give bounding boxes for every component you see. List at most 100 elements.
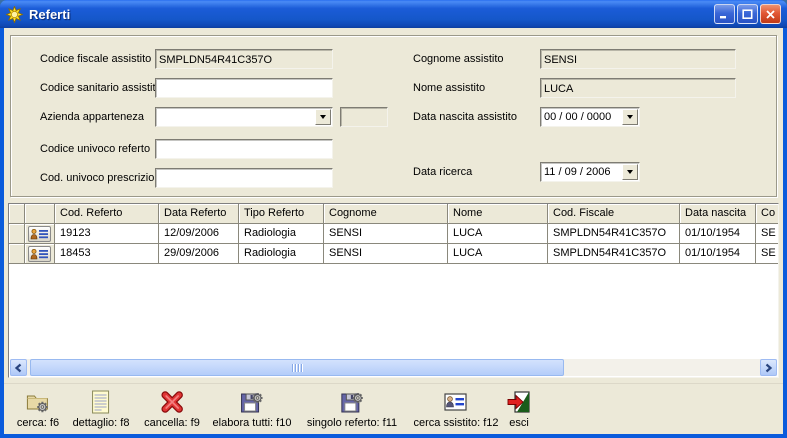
table-cell[interactable]: 19123 — [55, 224, 159, 244]
table-cell[interactable]: 12/09/2006 — [159, 224, 239, 244]
table-cell[interactable]: 29/09/2006 — [159, 244, 239, 264]
data-ricerca-label: Data ricerca — [413, 166, 472, 178]
codice-sanitario-label: Codice sanitario assistito — [40, 82, 162, 94]
maximize-icon — [742, 9, 753, 20]
row-selector[interactable] — [9, 244, 25, 264]
codice-fiscale-label: Codice fiscale assistito — [40, 53, 151, 65]
codice-univoco-referto-label: Codice univoco referto — [40, 143, 150, 155]
data-nascita-combobox[interactable]: 00 / 00 / 0000 — [540, 107, 640, 127]
column-header-data-nascita[interactable]: Data nascita — [680, 204, 756, 224]
table-row[interactable]: 18453 29/09/2006 Radiologia SENSI LUCA S… — [9, 244, 778, 264]
esci-label: esci — [509, 417, 529, 429]
grid-header-row: Cod. Referto Data Referto Tipo Referto C… — [9, 204, 778, 224]
table-cell[interactable]: SE — [756, 244, 779, 264]
scroll-right-button[interactable] — [760, 359, 777, 376]
maximize-button[interactable] — [737, 4, 758, 24]
row-icon-cell — [25, 244, 55, 264]
column-header-tipo-referto[interactable]: Tipo Referto — [239, 204, 324, 224]
document-icon — [87, 388, 115, 416]
grid-corner — [9, 204, 25, 224]
client-area: Codice fiscale assistito SMPLDN54R41C357… — [4, 28, 783, 434]
close-icon — [765, 9, 776, 20]
azienda-combobox[interactable] — [155, 107, 333, 127]
nome-label: Nome assistito — [413, 82, 485, 94]
dettaglio-label: dettaglio: f8 — [73, 417, 130, 429]
table-cell[interactable]: SENSI — [324, 244, 448, 264]
data-ricerca-dropdown-button[interactable] — [622, 164, 638, 180]
azienda-code-field — [340, 107, 388, 127]
minimize-icon — [719, 9, 730, 20]
column-header-nome[interactable]: Nome — [448, 204, 548, 224]
data-ricerca-value: 11 / 09 / 2006 — [542, 164, 622, 180]
cancella-label: cancella: f9 — [144, 417, 200, 429]
row-selector[interactable] — [9, 224, 25, 244]
floppy-gear-icon — [338, 388, 366, 416]
data-nascita-value: 00 / 00 / 0000 — [542, 109, 622, 125]
red-x-icon — [158, 388, 186, 416]
folder-gear-icon — [24, 388, 52, 416]
cod-univoco-prescrizione-input[interactable] — [155, 168, 333, 188]
cerca-assistito-button[interactable]: cerca ssistito: f12 — [414, 388, 499, 429]
table-cell[interactable]: LUCA — [448, 244, 548, 264]
open-referto-button[interactable] — [28, 246, 51, 262]
table-cell[interactable]: Radiologia — [239, 224, 324, 244]
column-header-cod-fiscale[interactable]: Cod. Fiscale — [548, 204, 680, 224]
cognome-field: SENSI — [540, 49, 736, 69]
elabora-tutti-label: elabora tutti: f10 — [213, 417, 292, 429]
table-cell[interactable]: SENSI — [324, 224, 448, 244]
scrollbar-grip-icon — [292, 364, 302, 372]
data-ricerca-combobox[interactable]: 11 / 09 / 2006 — [540, 162, 640, 182]
esci-button[interactable]: esci — [505, 388, 533, 429]
patient-card-icon — [30, 248, 49, 260]
singolo-referto-label: singolo referto: f11 — [307, 417, 397, 429]
scroll-left-button[interactable] — [10, 359, 27, 376]
azienda-label: Azienda apparteneza — [40, 111, 144, 123]
table-cell[interactable]: SMPLDN54R41C357O — [548, 224, 680, 244]
azienda-combobox-value — [157, 109, 315, 125]
app-sun-icon — [6, 6, 23, 23]
column-header-data-referto[interactable]: Data Referto — [159, 204, 239, 224]
cognome-label: Cognome assistito — [413, 53, 504, 65]
cerca-label: cerca: f6 — [17, 417, 59, 429]
column-header-cod-referto[interactable]: Cod. Referto — [55, 204, 159, 224]
data-nascita-label: Data nascita assistito — [413, 111, 517, 123]
dettaglio-button[interactable]: dettaglio: f8 — [73, 388, 130, 429]
horizontal-scrollbar[interactable] — [10, 359, 777, 376]
data-nascita-dropdown-button[interactable] — [622, 109, 638, 125]
codice-univoco-referto-input[interactable] — [155, 139, 333, 159]
table-cell[interactable]: SMPLDN54R41C357O — [548, 244, 680, 264]
close-button[interactable] — [760, 4, 781, 24]
chevron-down-icon — [320, 115, 326, 119]
bottom-toolbar: cerca: f6 dettaglio: f8 — [4, 383, 783, 434]
results-grid: Cod. Referto Data Referto Tipo Referto C… — [8, 203, 779, 378]
minimize-button[interactable] — [714, 4, 735, 24]
chevron-down-icon — [627, 170, 633, 174]
column-header-cognome[interactable]: Cognome — [324, 204, 448, 224]
azienda-dropdown-button[interactable] — [315, 109, 331, 125]
chevron-left-icon — [14, 363, 23, 373]
exit-door-icon — [505, 388, 533, 416]
codice-fiscale-field: SMPLDN54R41C357O — [155, 49, 333, 69]
cerca-assistito-label: cerca ssistito: f12 — [414, 417, 499, 429]
table-cell[interactable]: Radiologia — [239, 244, 324, 264]
scrollbar-thumb[interactable] — [30, 359, 564, 376]
cod-univoco-prescrizione-label: Cod. univoco prescrizione — [40, 172, 167, 184]
table-cell[interactable]: LUCA — [448, 224, 548, 244]
patient-card-icon — [30, 228, 49, 240]
table-cell[interactable]: 18453 — [55, 244, 159, 264]
elabora-tutti-button[interactable]: elabora tutti: f10 — [213, 388, 292, 429]
window-title: Referti — [29, 7, 712, 22]
column-header-clipped[interactable]: Co — [756, 204, 779, 224]
codice-sanitario-input[interactable] — [155, 78, 333, 98]
open-referto-button[interactable] — [28, 226, 51, 242]
nome-field: LUCA — [540, 78, 736, 98]
title-bar: Referti — [0, 0, 787, 28]
table-cell[interactable]: SE — [756, 224, 779, 244]
table-cell[interactable]: 01/10/1954 — [680, 244, 756, 264]
table-cell[interactable]: 01/10/1954 — [680, 224, 756, 244]
table-row[interactable]: 19123 12/09/2006 Radiologia SENSI LUCA S… — [9, 224, 778, 244]
grid-icon-column-header — [25, 204, 55, 224]
cancella-button[interactable]: cancella: f9 — [144, 388, 200, 429]
cerca-button[interactable]: cerca: f6 — [17, 388, 59, 429]
singolo-referto-button[interactable]: singolo referto: f11 — [307, 388, 397, 429]
